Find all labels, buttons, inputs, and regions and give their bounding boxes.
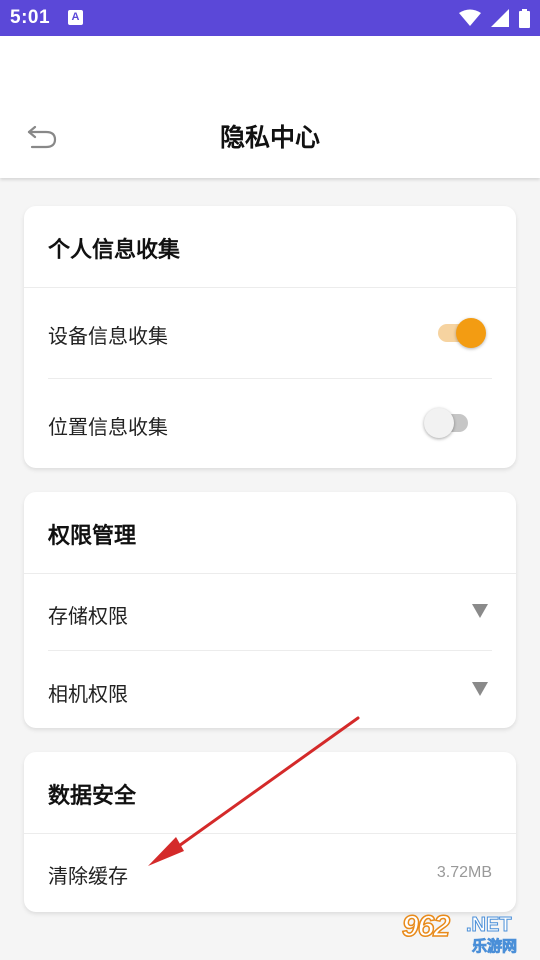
row-divider xyxy=(48,378,492,379)
toggle-thumb xyxy=(424,408,454,438)
battery-icon xyxy=(519,8,530,28)
personal-info-title: 个人信息收集 xyxy=(48,238,181,263)
clear-cache-label: 清除缓存 xyxy=(48,864,128,888)
signal-icon xyxy=(491,9,509,27)
permissions-card: 权限管理 存储权限 相机权限 xyxy=(24,492,516,728)
watermark-sub: 乐游网 xyxy=(472,937,518,956)
watermark-number: 962 xyxy=(401,909,451,944)
status-bar: 5:01 A xyxy=(0,0,540,36)
permissions-title: 权限管理 xyxy=(48,524,137,549)
camera-permission-label: 相机权限 xyxy=(48,682,128,706)
card-divider xyxy=(24,573,516,574)
status-icons xyxy=(459,8,530,28)
row-divider xyxy=(48,650,492,651)
dropdown-arrow-icon[interactable] xyxy=(472,604,488,618)
card-divider xyxy=(24,287,516,288)
dropdown-arrow-icon[interactable] xyxy=(472,682,488,696)
device-info-label: 设备信息收集 xyxy=(48,324,168,348)
personal-info-card: 个人信息收集 设备信息收集 位置信息收集 xyxy=(24,206,516,468)
settings-scroll-area[interactable]: 个人信息收集 设备信息收集 位置信息收集 权限管理 存储权限 相机权限 数据安全… xyxy=(0,178,540,960)
watermark-suffix: .NET xyxy=(466,914,513,937)
app-header: 隐私中心 xyxy=(0,36,540,178)
watermark-logo: 962 .NET 乐游网 xyxy=(400,909,532,956)
location-info-label: 位置信息收集 xyxy=(48,415,168,439)
data-security-card: 数据安全 清除缓存 3.72MB xyxy=(24,752,516,912)
device-info-toggle[interactable] xyxy=(436,318,486,348)
app-notification-icon: A xyxy=(68,10,83,25)
status-time: 5:01 xyxy=(10,7,51,28)
location-info-toggle[interactable] xyxy=(424,408,474,438)
page-title: 隐私中心 xyxy=(219,123,320,152)
wifi-icon xyxy=(459,9,481,26)
toggle-thumb xyxy=(456,318,486,348)
cache-size-value: 3.72MB xyxy=(436,864,492,881)
storage-permission-label: 存储权限 xyxy=(48,604,128,628)
card-divider xyxy=(24,833,516,834)
data-security-title: 数据安全 xyxy=(48,784,137,809)
